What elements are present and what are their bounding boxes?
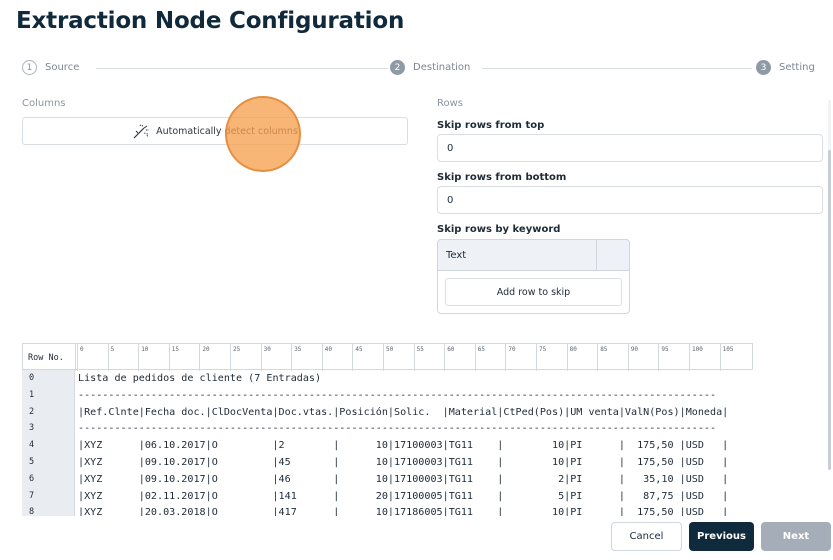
scrollbar-thumb[interactable] <box>828 150 831 470</box>
row-number: 5 <box>29 457 35 467</box>
row-number: 3 <box>29 423 35 434</box>
row-number: 2 <box>29 406 35 417</box>
row-number: 7 <box>29 490 35 501</box>
preview-line: Lista de pedidos de cliente (7 Entradas) <box>78 373 322 384</box>
row-number: 6 <box>29 473 35 484</box>
skip-top-label: Skip rows from top <box>437 120 545 131</box>
add-row-to-skip-button[interactable]: Add row to skip <box>445 278 622 306</box>
row-number-header: Row No. <box>23 344 76 371</box>
columns-section-label: Columns <box>22 98 66 109</box>
ruler-tick: 65 <box>474 344 506 371</box>
step-setting[interactable]: 3 Setting <box>756 60 815 75</box>
ruler-tick: 5 <box>107 344 139 371</box>
skip-keyword-label: Skip rows by keyword <box>437 224 561 235</box>
skip-bottom-input[interactable]: 0 <box>437 186 823 214</box>
step-connector <box>96 68 388 69</box>
ruler-tick: 10 <box>138 344 169 371</box>
step-label: Source <box>45 62 80 73</box>
ruler-tick: 35 <box>291 344 322 371</box>
preview-line: |XYZ |09.10.2017|O |45 | 10|17100003|TG1… <box>78 457 729 468</box>
keyword-table: Text Add row to skip <box>437 239 630 314</box>
preview-line: |XYZ |02.11.2017|O |141 | 20|17100005|TG… <box>78 490 729 502</box>
magic-wand-icon <box>133 123 150 139</box>
skip-top-input[interactable]: 0 <box>437 134 823 162</box>
preview-line: ----------------------------------------… <box>78 389 717 401</box>
ruler-tick: 70 <box>505 344 536 371</box>
row-number: 4 <box>29 440 35 451</box>
step-source[interactable]: 1 Source <box>22 60 79 75</box>
detect-columns-button[interactable]: Automatically detect columns <box>22 117 408 145</box>
ruler-tick: 45 <box>352 344 383 371</box>
step-destination[interactable]: 2 Destination <box>390 60 470 75</box>
cancel-button[interactable]: Cancel <box>611 522 682 551</box>
ruler-tick: 20 <box>199 344 230 371</box>
row-number: 0 <box>29 373 35 383</box>
ruler-tick: 90 <box>627 344 659 371</box>
ruler-tick: 95 <box>658 344 689 371</box>
ruler-tick: 105 <box>719 344 751 371</box>
previous-button[interactable]: Previous <box>689 522 754 551</box>
ruler-tick: 25 <box>230 344 261 371</box>
step-connector <box>482 68 752 69</box>
rows-section-label: Rows <box>437 98 464 109</box>
ruler-tick: 60 <box>444 344 475 371</box>
ruler-tick: 80 <box>566 344 598 371</box>
preview-line: |Ref.Clnte|Fecha doc.|ClDocVenta|Doc.vta… <box>78 406 729 418</box>
ruler-tick: 75 <box>536 344 567 371</box>
preview-table: Row No. 0 5 10 15 20 25 30 35 40 45 50 55 60 65 70 75 80… <box>22 343 753 516</box>
ruler-tick: 30 <box>260 344 292 371</box>
row-number-column: 0 1 2 3 4 5 6 7 8 <box>22 370 75 516</box>
ruler-tick: 0 <box>77 344 108 371</box>
ruler-tick: 55 <box>413 344 445 371</box>
preview-line: ----------------------------------------… <box>78 423 717 435</box>
keyword-column-header: Text <box>438 240 597 270</box>
preview-line: |XYZ |09.10.2017|O |46 | 10|17100003|TG1… <box>78 473 729 485</box>
ruler-tick: 50 <box>383 344 414 371</box>
step-label: Destination <box>413 62 471 73</box>
keyword-table-header: Text <box>438 240 629 271</box>
next-button[interactable]: Next <box>761 522 831 551</box>
skip-bottom-label: Skip rows from bottom <box>437 172 567 183</box>
keyword-action-column <box>597 240 629 270</box>
column-ruler: Row No. 0 5 10 15 20 25 30 35 40 45 50 55 60 65 70 75 80… <box>22 343 753 371</box>
ruler-tick: 85 <box>597 344 628 371</box>
step-number: 3 <box>756 60 771 75</box>
row-number: 1 <box>29 389 35 400</box>
preview-line: |XYZ |06.10.2017|O |2 | 10|17100003|TG11… <box>78 440 729 452</box>
stepper: 1 Source 2 Destination 3 Setting <box>22 60 822 78</box>
page-title: Extraction Node Configuration <box>16 8 405 34</box>
ruler-tick: 40 <box>321 344 353 371</box>
step-label: Setting <box>779 62 815 73</box>
ruler-tick: 100 <box>689 344 720 371</box>
ruler-tick: 15 <box>168 344 200 371</box>
step-number: 2 <box>390 60 405 75</box>
cursor-highlight <box>225 96 301 172</box>
row-number: 8 <box>29 507 35 516</box>
preview-line: |XYZ |20.03.2018|O |417 | 10|17186005|TG… <box>78 507 729 516</box>
step-number: 1 <box>22 60 37 75</box>
